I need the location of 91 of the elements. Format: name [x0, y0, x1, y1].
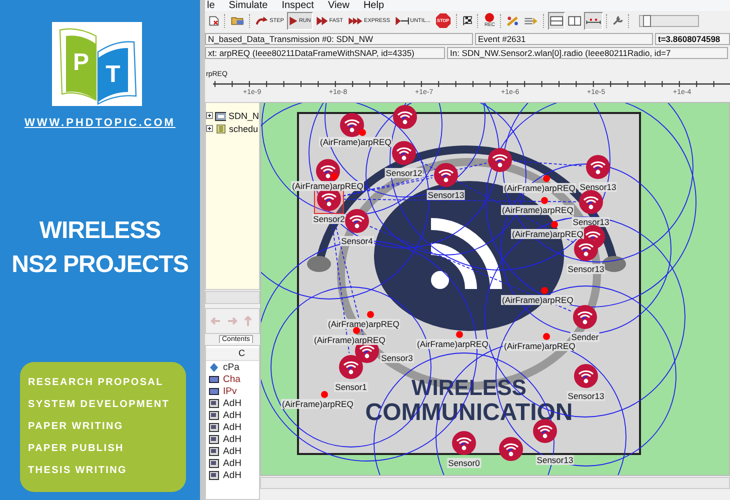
- message-label: (AirFrame)arpREQ: [416, 339, 490, 349]
- message-label: (AirFrame)arpREQ: [319, 137, 392, 147]
- node-label: Sensor13: [572, 217, 610, 227]
- menu-item[interactable]: le: [207, 0, 215, 11]
- scheduler-icon: [215, 124, 227, 134]
- node-label: Sensor13: [578, 182, 618, 192]
- menu-item[interactable]: Simulate: [228, 0, 268, 11]
- timeline-icon: [586, 18, 602, 24]
- expand-icon[interactable]: [206, 125, 213, 132]
- contents-item[interactable]: AdH: [223, 410, 242, 420]
- message-label: (AirFrame)arpREQ: [281, 399, 354, 409]
- wifi-node-icon[interactable]: [496, 434, 526, 464]
- split-horizontal-button[interactable]: [548, 12, 566, 30]
- contents-item[interactable]: AdH: [223, 398, 242, 408]
- node-label: Sensor13: [566, 264, 606, 274]
- message-label: (AirFrame)arpREQ: [501, 205, 574, 215]
- website-link[interactable]: WWW.PHDTOPIC.COM: [24, 116, 176, 130]
- wifi-node-icon[interactable]: [583, 152, 613, 182]
- menu-item[interactable]: View: [328, 0, 350, 11]
- wifi-node-icon[interactable]: [389, 138, 419, 168]
- service-item: PAPER WRITING: [28, 420, 124, 434]
- speed-slider[interactable]: [639, 14, 700, 27]
- tree-item[interactable]: SDN_N: [228, 110, 259, 120]
- message-label: (AirFrame)arpREQ: [313, 335, 386, 345]
- expand-icon[interactable]: [206, 112, 213, 119]
- wifi-node-icon[interactable]: [485, 145, 515, 175]
- node-label: Sensor13: [426, 190, 466, 200]
- document-icon: [209, 16, 219, 26]
- column-header[interactable]: C: [206, 348, 259, 361]
- service-item: PAPER PUBLISH: [28, 442, 124, 456]
- wifi-node-icon[interactable]: [571, 361, 601, 391]
- double-play-icon: [316, 16, 328, 26]
- wifi-node-icon[interactable]: [336, 352, 366, 382]
- folder-icon: [230, 16, 244, 25]
- node-label: Sensor2: [312, 214, 346, 224]
- contents-item[interactable]: AdH: [223, 422, 242, 432]
- node-label: Sender: [570, 332, 600, 342]
- node-label: Sensor13: [536, 455, 574, 465]
- tree-item[interactable]: schedu: [229, 124, 258, 134]
- record-dot-icon: [485, 13, 494, 22]
- message-label: (AirFrame)arpREQ: [291, 181, 364, 191]
- service-item: SYSTEM DEVELOPMENT: [28, 398, 170, 412]
- next-event-field: xt: arpREQ (Ieee80211DataFrameWithSNAP, id=4335): [205, 46, 445, 59]
- message-label: (AirFrame)arpREQ: [503, 183, 576, 193]
- simulation-time: t=3.8608074598: [655, 32, 730, 45]
- node-label: Sensor13: [566, 391, 606, 401]
- service-item: THESIS WRITING: [28, 464, 128, 478]
- wrench-icon: [613, 16, 624, 26]
- message-label: (AirFrame)arpREQ: [511, 229, 584, 239]
- contents-item[interactable]: AdH: [223, 470, 242, 480]
- checkered-flag-icon: [462, 16, 472, 26]
- wifi-node-icon[interactable]: [431, 160, 461, 190]
- menu-item[interactable]: Help: [363, 0, 384, 11]
- scrollbar[interactable]: [260, 477, 730, 489]
- contents-item[interactable]: AdH: [223, 434, 242, 444]
- event-counter: Event #2631: [475, 32, 653, 45]
- slider-thumb[interactable]: [643, 14, 652, 27]
- headline: WIRELESS: [39, 216, 161, 246]
- message-label: (AirFrame)arpREQ: [327, 319, 400, 329]
- contents-item[interactable]: AdH: [223, 458, 242, 468]
- book-logo: P T: [52, 22, 142, 106]
- wand-icon: [507, 16, 519, 26]
- wifi-node-icon[interactable]: [390, 103, 420, 132]
- network-status: N_based_Data_Transmission #0: SDN_NW: [205, 32, 473, 45]
- arrow-lines-icon: [524, 16, 538, 25]
- headline: NS2 PROJECTS: [12, 250, 188, 280]
- node-label: Sensor3: [380, 353, 414, 363]
- horizontal-split-icon: [550, 16, 564, 26]
- scrollbar[interactable]: [205, 291, 260, 304]
- wifi-node-icon[interactable]: [337, 110, 367, 140]
- node-label: Sensor12: [384, 168, 424, 178]
- node-label: Sensor1: [334, 382, 368, 392]
- node-label: Sensor0: [447, 458, 481, 468]
- wifi-node-icon[interactable]: [449, 428, 479, 458]
- vertical-split-icon: [568, 16, 582, 26]
- message-label: (AirFrame)arpREQ: [501, 295, 574, 305]
- timeline-button[interactable]: [584, 12, 604, 30]
- contents-item[interactable]: IPv: [223, 386, 237, 396]
- message-label: (AirFrame)arpREQ: [503, 341, 576, 351]
- play-icon: [288, 16, 298, 26]
- contents-item[interactable]: Cha: [223, 374, 240, 384]
- triple-play-icon: [348, 16, 364, 25]
- node-label: Sensor4: [340, 236, 374, 246]
- module-icon: [214, 110, 226, 120]
- contents-item[interactable]: AdH: [223, 446, 242, 456]
- curved-arrow-icon: [256, 16, 269, 26]
- menu-item[interactable]: Inspect: [282, 0, 314, 11]
- module-field: In: SDN_NW.Sensor2.wlan[0].radio (Ieee80211Radio, id=7: [447, 46, 728, 59]
- play-to-bar-icon: [395, 16, 410, 26]
- contents-item[interactable]: cPa: [223, 362, 240, 372]
- service-item: RESEARCH PROPOSAL: [28, 376, 164, 390]
